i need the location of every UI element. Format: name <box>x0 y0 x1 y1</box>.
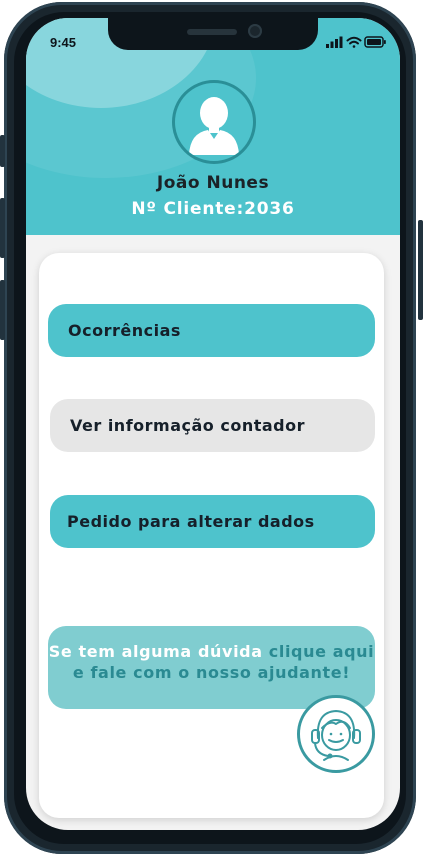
side-button-volume-down <box>0 280 5 340</box>
change-data-label: Pedido para alterar dados <box>67 512 315 531</box>
battery-icon <box>364 36 386 48</box>
client-number: Nº Cliente:2036 <box>131 199 295 219</box>
side-button-volume-up <box>0 198 5 258</box>
user-avatar-icon <box>172 80 256 164</box>
side-button-mute <box>0 135 5 167</box>
user-name: João Nunes <box>156 173 270 193</box>
wifi-icon <box>346 36 362 48</box>
front-camera <box>248 24 262 38</box>
meter-info-button[interactable]: Ver informação contador <box>50 399 375 452</box>
help-text-intro: Se tem alguma dúvida <box>48 642 263 661</box>
support-agent-icon[interactable] <box>297 695 375 773</box>
status-time: 9:45 <box>50 35 77 50</box>
profile-header: 9:45 João Nunes Nº Cliente:2036 <box>26 18 400 235</box>
side-button-power <box>418 220 423 320</box>
notch <box>108 18 318 50</box>
speaker <box>187 29 237 35</box>
occurrences-button[interactable]: Ocorrências <box>48 304 375 357</box>
signal-icon <box>326 36 343 48</box>
app-screen: 9:45 João Nunes Nº Cliente:2036 Ocorrênc… <box>26 18 400 830</box>
change-data-button[interactable]: Pedido para alterar dados <box>50 495 375 548</box>
status-icons <box>326 34 386 48</box>
occurrences-label: Ocorrências <box>68 321 181 340</box>
meter-info-label: Ver informação contador <box>70 416 305 435</box>
